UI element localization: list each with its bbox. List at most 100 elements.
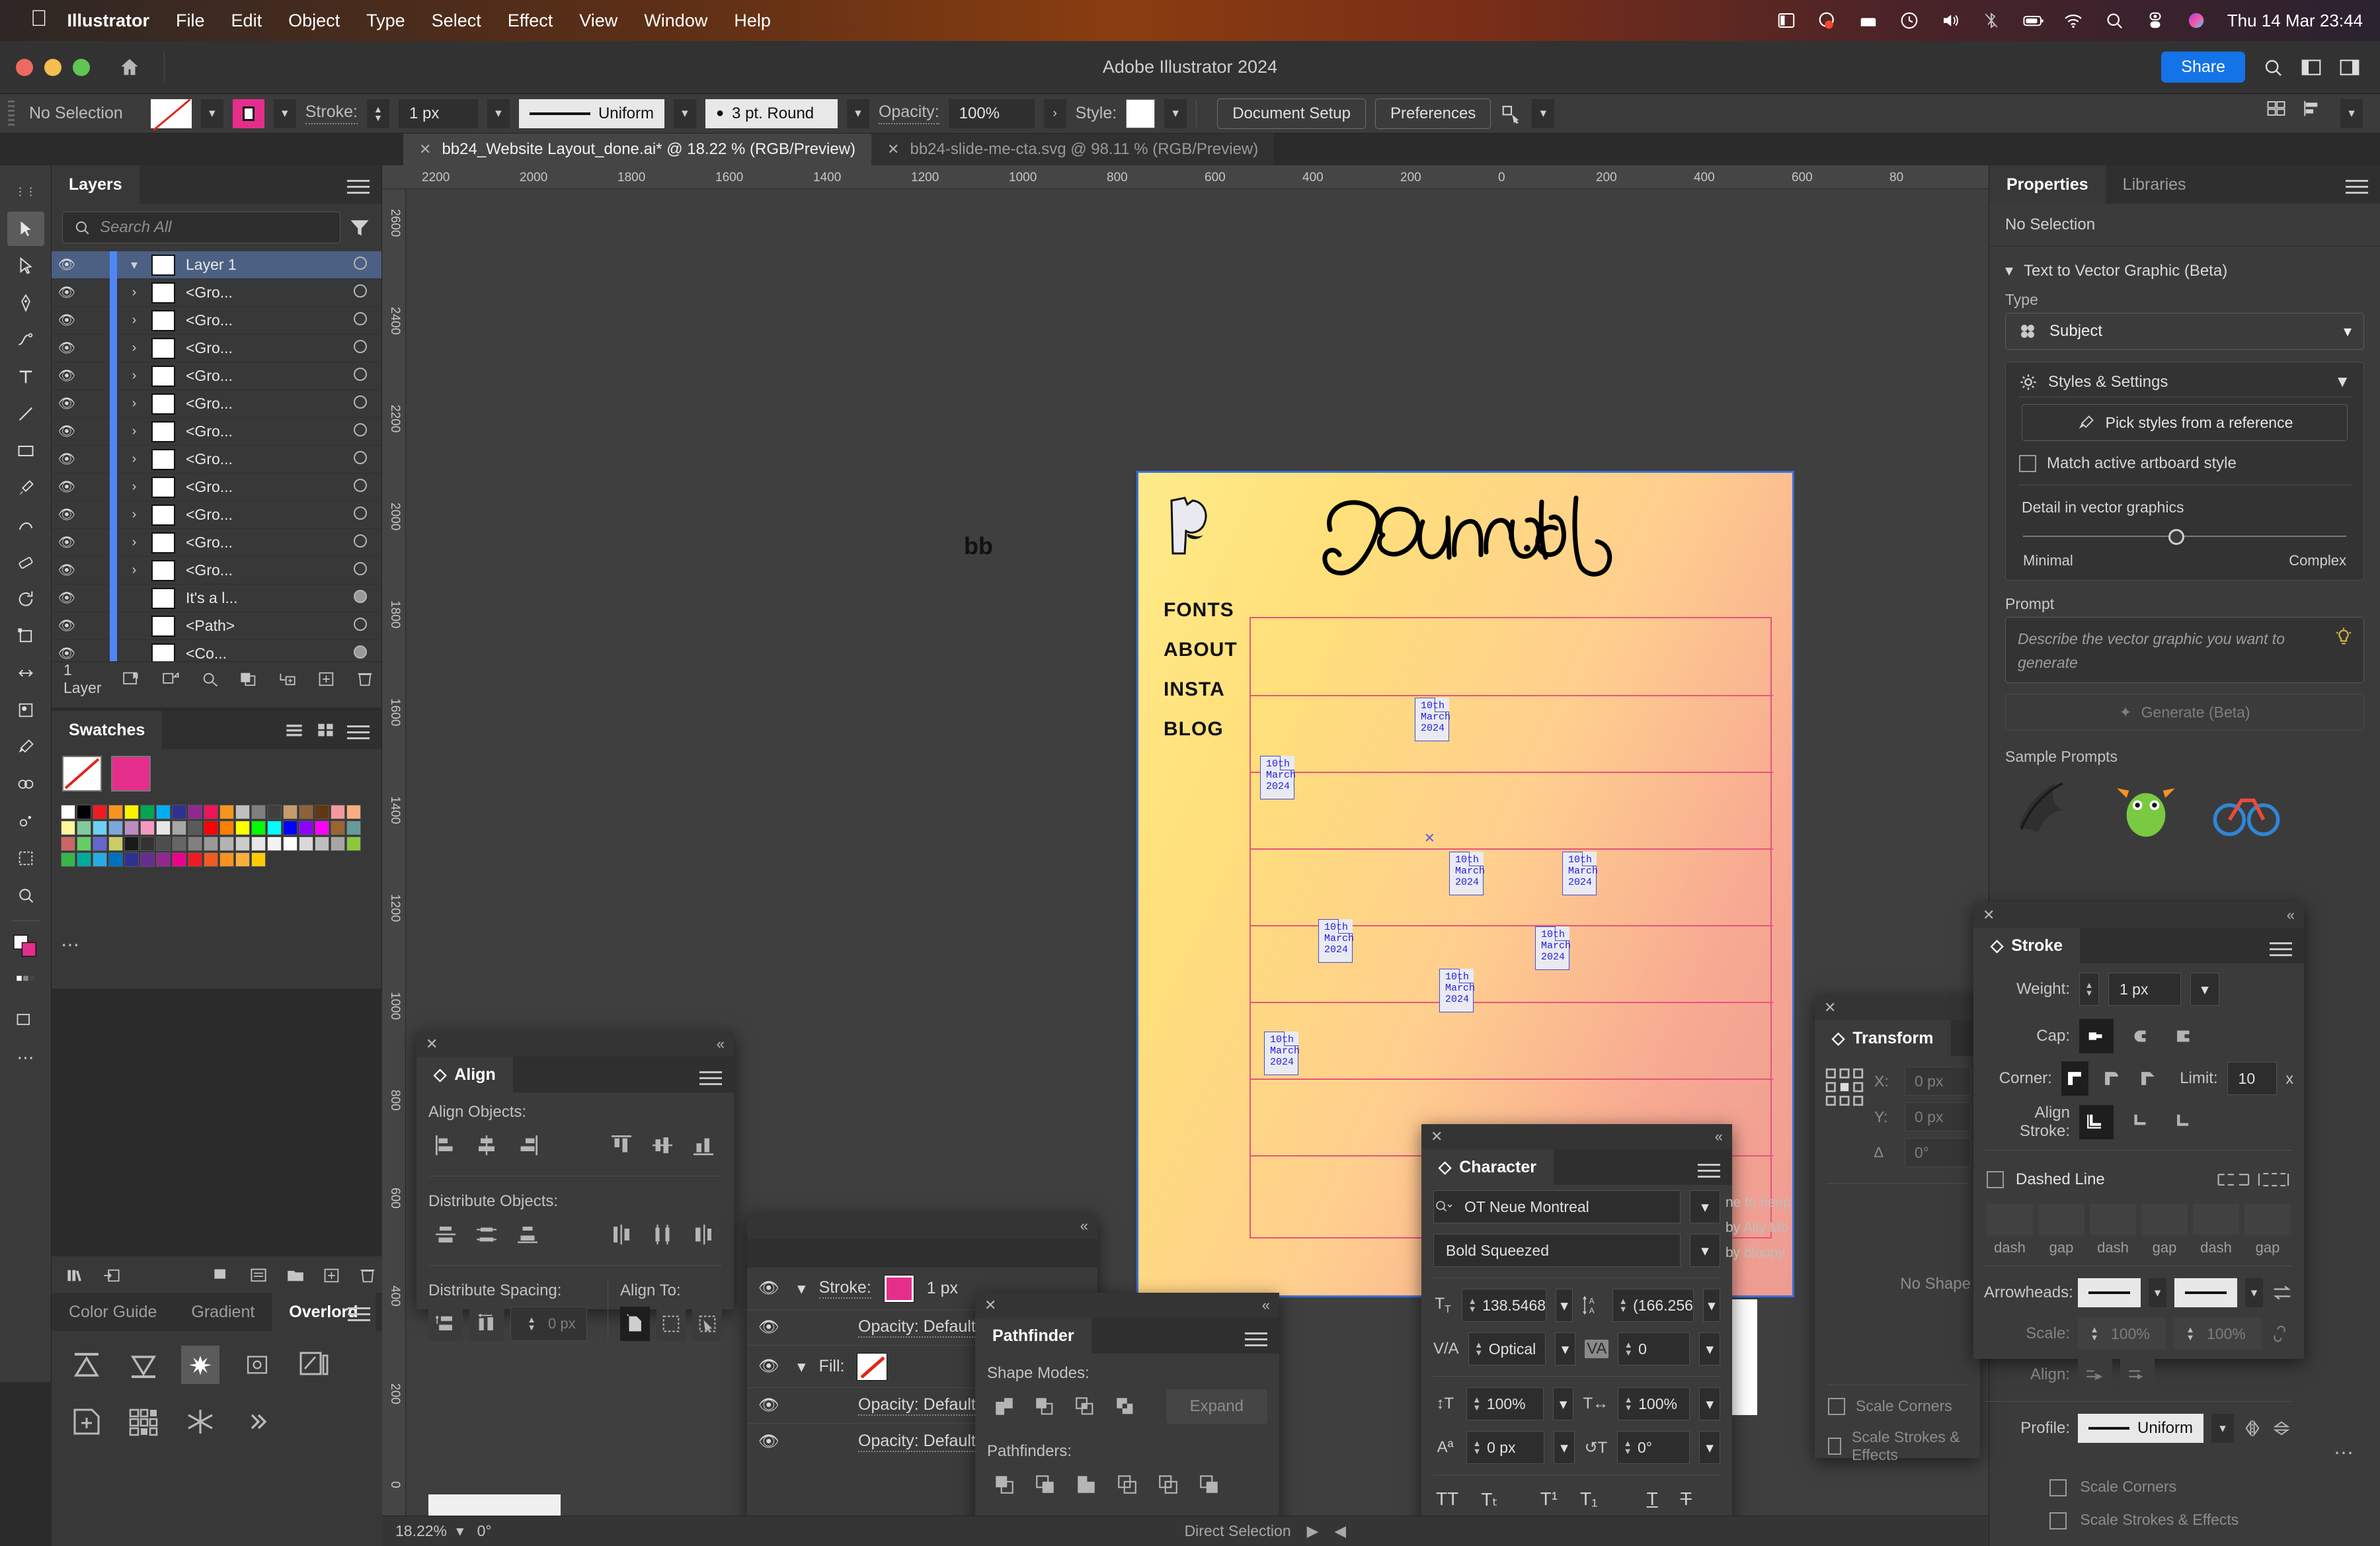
layer-name[interactable]: <Gro... [186,423,339,440]
swatch-cell[interactable] [61,805,75,819]
swatch-cell[interactable] [283,836,298,851]
align-stroke-outside-button[interactable] [2166,1105,2201,1139]
font-size-field[interactable]: ▲ ▼ 138.5468 [1462,1289,1547,1322]
delete-layer-icon[interactable] [356,671,374,688]
arrange-documents-icon[interactable] [2266,99,2286,128]
projecting-cap-button[interactable] [2166,1019,2201,1053]
swatch-cell[interactable] [204,821,218,835]
close-tab-icon[interactable]: ✕ [419,141,431,158]
layer-row[interactable]: 👁 › <Gro... [52,362,381,390]
copy-path-icon[interactable] [295,1346,333,1384]
horizontal-scale-chevron-down-icon[interactable]: ▾ [1699,1387,1721,1420]
layer-visibility-eye-icon[interactable]: 👁 [52,618,82,634]
prompt-input[interactable]: Describe the vector graphic you want to … [2005,617,2364,683]
layer-name[interactable]: <Gro... [186,284,339,302]
butt-cap-button[interactable] [2079,1019,2114,1053]
explode-icon[interactable] [181,1346,219,1384]
stroke-color-swatch[interactable] [232,99,264,128]
font-search-icon[interactable] [1434,1199,1464,1215]
swatch-cell[interactable] [283,805,298,819]
color-mode-icon[interactable] [7,966,44,1000]
layers-list[interactable]: 👁 ▾ Layer 1 👁 › <Gro... 👁 › <Gro... 👁 › <Gro... 👁 › <G… [52,251,381,661]
minus-front-button[interactable] [1027,1389,1062,1424]
align-center-vertical-button[interactable] [645,1128,680,1162]
layer-target-circle[interactable] [339,589,381,607]
swap-arrowheads-icon[interactable] [2271,1283,2293,1303]
eraser-tool-icon[interactable] [7,545,44,579]
menu-effect[interactable]: Effect [508,11,553,31]
layer-visibility-eye-icon[interactable]: 👁 [52,590,82,606]
trim-button[interactable] [1028,1467,1062,1502]
scale-corners-row[interactable]: Scale Corners [1815,1391,1980,1422]
preferences-button[interactable]: Preferences [1374,98,1491,129]
battery-icon[interactable] [2022,11,2043,30]
layer-visibility-eye-icon[interactable]: 👁 [52,479,82,495]
layer-expand-arrow-icon[interactable]: ▾ [117,257,151,273]
swatch-cell[interactable] [140,821,155,835]
horizontal-ruler[interactable]: 2200 2000 1800 1600 1400 1200 1000 800 600 400 200… [382,165,1989,189]
align-panel-menu-icon[interactable] [699,1067,722,1089]
stroke-dropdown-chevron-down-icon[interactable]: ▾ [273,99,296,128]
swatch-cell[interactable] [204,836,218,851]
symbol-sprayer-tool-icon[interactable] [7,804,44,838]
font-family-chevron-down-icon[interactable]: ▾ [1690,1190,1720,1223]
baseline-chevron-down-icon[interactable]: ▾ [1554,1431,1575,1464]
swatches-grid-view-icon[interactable] [317,722,335,738]
zoom-tool-icon[interactable] [7,878,44,913]
weight-value[interactable]: 1 px [2108,973,2181,1006]
curvature-tool-icon[interactable] [7,323,44,357]
visibility-eye-icon[interactable]: 👁 [754,1279,784,1298]
scale-strokes-checkbox[interactable] [1828,1438,1841,1455]
visibility-eye-icon[interactable]: 👁 [754,1432,784,1451]
arrowhead-start-selector[interactable] [2078,1278,2141,1307]
layer-target-circle[interactable] [339,450,381,468]
select-similar-icon[interactable] [1500,104,1523,124]
sample-prompt-dragon-icon[interactable] [2110,774,2182,846]
collect-in-new-layer-icon[interactable] [122,671,141,688]
swatch-cell[interactable] [188,821,202,835]
note-card[interactable]: 10th March 2024 [1318,919,1354,963]
layer-expand-arrow-icon[interactable]: › [117,313,151,328]
tracking-chevron-down-icon[interactable]: ▾ [1699,1332,1720,1365]
layer-name[interactable]: <Gro... [186,339,339,357]
create-new-layer-icon[interactable] [317,671,336,688]
shaper-tool-icon[interactable] [7,508,44,542]
freeform-gradient-tool-icon[interactable] [7,693,44,727]
text-to-vector-section-header[interactable]: ▾ Text to Vector Graphic (Beta) [1989,247,2380,286]
layer-row[interactable]: 👁 › <Gro... [52,556,381,585]
layer-expand-arrow-icon[interactable]: › [117,341,151,356]
document-setup-button[interactable]: Document Setup [1217,98,1366,129]
swatches-transfer-icon[interactable] [124,1403,163,1441]
style-chevron-down-icon[interactable]: ▾ [1164,99,1187,128]
horizontal-distribute-space-button[interactable] [469,1307,504,1341]
spacing-stepper[interactable]: ▲ ▼ [522,1315,541,1332]
swatch-cell[interactable] [346,821,361,835]
layer-target-circle[interactable] [339,284,381,302]
layer-row[interactable]: 👁 › <Gro... [52,278,381,307]
scale-corners-checkbox[interactable] [1828,1397,1845,1415]
pick-styles-button[interactable]: Pick styles from a reference [2022,404,2348,441]
swatch-cell[interactable] [235,836,250,851]
collapse-icon[interactable]: « [717,1036,725,1053]
tab-gradient[interactable]: Gradient [174,1293,272,1331]
swatch-cell[interactable] [77,821,91,835]
swatch-cell[interactable] [299,836,313,851]
add-to-library-icon[interactable] [102,1267,122,1284]
font-style-chevron-down-icon[interactable]: ▾ [1690,1234,1720,1267]
layer-name[interactable]: <Gro... [186,561,339,579]
miter-join-button[interactable] [2061,1061,2088,1096]
swatches-panel-menu-icon[interactable] [347,721,370,743]
match-artboard-row[interactable]: Match active artboard style [2006,448,2363,479]
swatch-cell[interactable] [140,805,155,819]
layer-expand-arrow-icon[interactable]: › [117,368,151,384]
styles-settings-header[interactable]: Styles & Settings ▼ [2006,373,2363,391]
note-card[interactable]: 10th March 2024 [1260,756,1296,799]
nav-item-blog[interactable]: BLOG [1164,710,1238,749]
layer-visibility-eye-icon[interactable]: 👁 [52,507,82,523]
arrowhead-scale-start[interactable]: ▲ ▼ 100% [2078,1318,2166,1350]
collapse-icon[interactable]: « [1715,1128,1723,1145]
swatch-cell[interactable] [219,821,234,835]
swatch-cell[interactable] [204,852,218,867]
menu-object[interactable]: Object [288,11,340,31]
swatch-cell[interactable] [61,836,75,851]
